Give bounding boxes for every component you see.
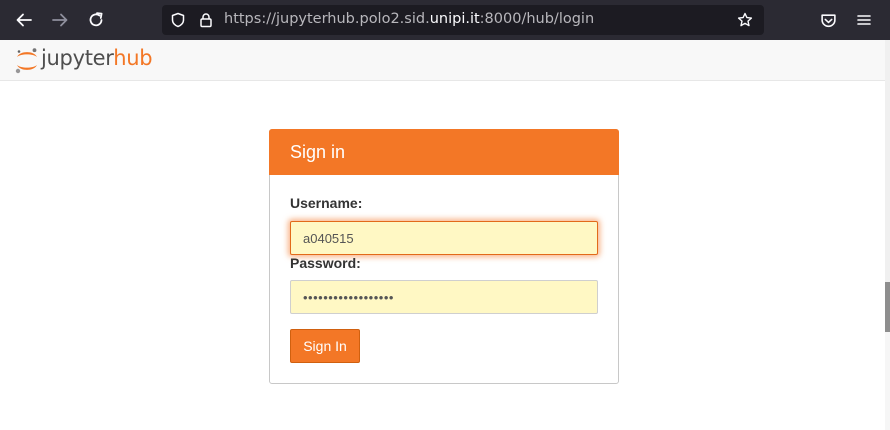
- back-button[interactable]: [12, 8, 36, 32]
- panel-title: Sign in: [269, 129, 619, 175]
- logo-jupyter-text: jupyter: [41, 46, 114, 70]
- password-input[interactable]: [290, 280, 598, 314]
- url-prefix: https://jupyterhub.polo2.sid.: [224, 11, 430, 27]
- url-bar[interactable]: https://jupyterhub.polo2.sid.unipi.it:80…: [162, 5, 764, 35]
- strip-dark: [885, 282, 890, 332]
- shield-icon[interactable]: [170, 12, 186, 28]
- username-label: Username:: [290, 195, 363, 211]
- arrow-right-icon: [52, 13, 68, 27]
- password-label: Password:: [290, 255, 361, 271]
- strip-light-bottom: [885, 332, 890, 430]
- arrow-left-icon: [16, 13, 32, 27]
- pocket-button[interactable]: [816, 8, 840, 32]
- page-edge-strip: [885, 40, 890, 430]
- reload-button[interactable]: [84, 8, 108, 32]
- url-text[interactable]: https://jupyterhub.polo2.sid.unipi.it:80…: [224, 11, 594, 27]
- login-panel: Sign in Username: Password: Sign In: [269, 129, 619, 384]
- sign-in-button[interactable]: Sign In: [290, 329, 360, 363]
- jupyter-logo-icon[interactable]: [14, 47, 40, 75]
- bookmark-star-icon[interactable]: [737, 12, 753, 28]
- url-suffix: :8000/hub/login: [479, 11, 595, 27]
- logo-hub-text: hub: [113, 46, 153, 70]
- lock-icon[interactable]: [198, 12, 214, 28]
- url-domain: unipi.it: [429, 11, 480, 27]
- forward-button[interactable]: [48, 8, 72, 32]
- browser-toolbar: https://jupyterhub.polo2.sid.unipi.it:80…: [0, 0, 890, 40]
- strip-light: [885, 40, 890, 282]
- hub-header: jupyterhub: [0, 40, 890, 81]
- hub-logo-text[interactable]: jupyterhub: [41, 46, 153, 70]
- app-menu-button[interactable]: [852, 8, 876, 32]
- username-input[interactable]: [290, 221, 598, 255]
- reload-icon: [89, 12, 103, 27]
- pocket-icon: [820, 13, 836, 27]
- hamburger-menu-icon: [857, 15, 871, 25]
